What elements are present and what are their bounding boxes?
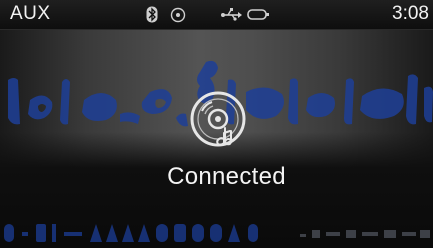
watermark-phone bbox=[4, 224, 430, 242]
source-label: AUX bbox=[10, 3, 51, 24]
status-bar: AUX 3:08 bbox=[0, 0, 433, 30]
aux-screen: AUX 3:08 Connected bbox=[0, 0, 433, 248]
clock: 3:08 bbox=[392, 3, 429, 24]
bluetooth-icon bbox=[146, 6, 158, 23]
cd-music-icon bbox=[190, 91, 246, 147]
phone-icon bbox=[247, 9, 269, 20]
disc-icon bbox=[170, 7, 186, 23]
connection-status-text: Connected bbox=[167, 163, 286, 190]
usb-icon bbox=[221, 8, 242, 21]
